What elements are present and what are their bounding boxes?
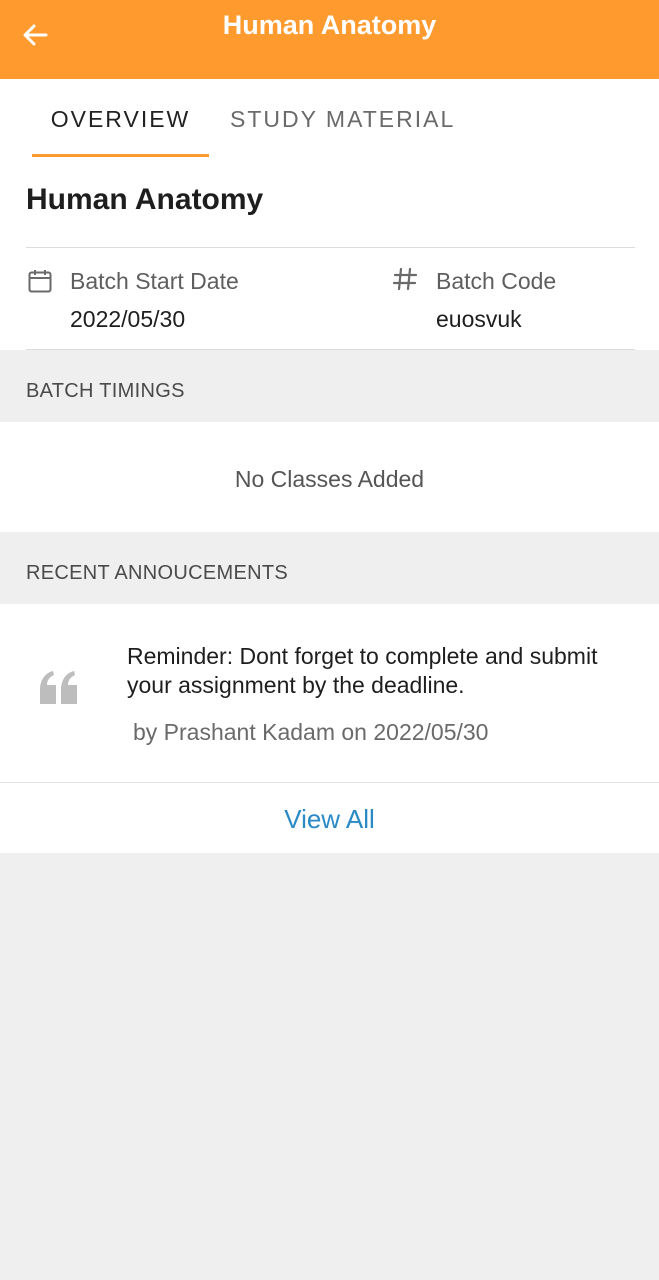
recent-announcements-header: RECENT ANNOUCEMENTS — [0, 532, 659, 604]
tab-study-material[interactable]: STUDY MATERIAL — [230, 79, 455, 157]
batch-code-value: euosvuk — [436, 306, 522, 332]
announcement-byline: by Prashant Kadam on 2022/05/30 — [133, 719, 489, 745]
app-bar-title: Human Anatomy — [222, 10, 437, 40]
tab-overview[interactable]: OVERVIEW — [32, 79, 209, 157]
app-bar: Human Anatomy — [0, 0, 659, 79]
announcement-item: Reminder: Dont forget to complete and su… — [0, 604, 659, 783]
hash-icon — [391, 265, 419, 293]
view-all-link[interactable]: View All — [0, 783, 659, 853]
batch-start-date-label: Batch Start Date — [70, 268, 239, 294]
divider — [26, 247, 635, 248]
calendar-icon — [26, 267, 54, 295]
announcement-text: Reminder: Dont forget to complete and su… — [127, 643, 598, 698]
course-title: Human Anatomy — [26, 183, 264, 216]
batch-timings-header: BATCH TIMINGS — [0, 350, 659, 422]
batch-start-date-value: 2022/05/30 — [70, 306, 186, 332]
divider — [26, 349, 635, 350]
tab-bar: OVERVIEW STUDY MATERIAL — [0, 79, 659, 157]
no-classes-message: No Classes Added — [0, 422, 659, 532]
batch-code-label: Batch Code — [436, 268, 557, 294]
course-info-card: Human Anatomy Batch Start Date 2022/05/3… — [0, 157, 659, 350]
quote-icon — [38, 670, 80, 711]
